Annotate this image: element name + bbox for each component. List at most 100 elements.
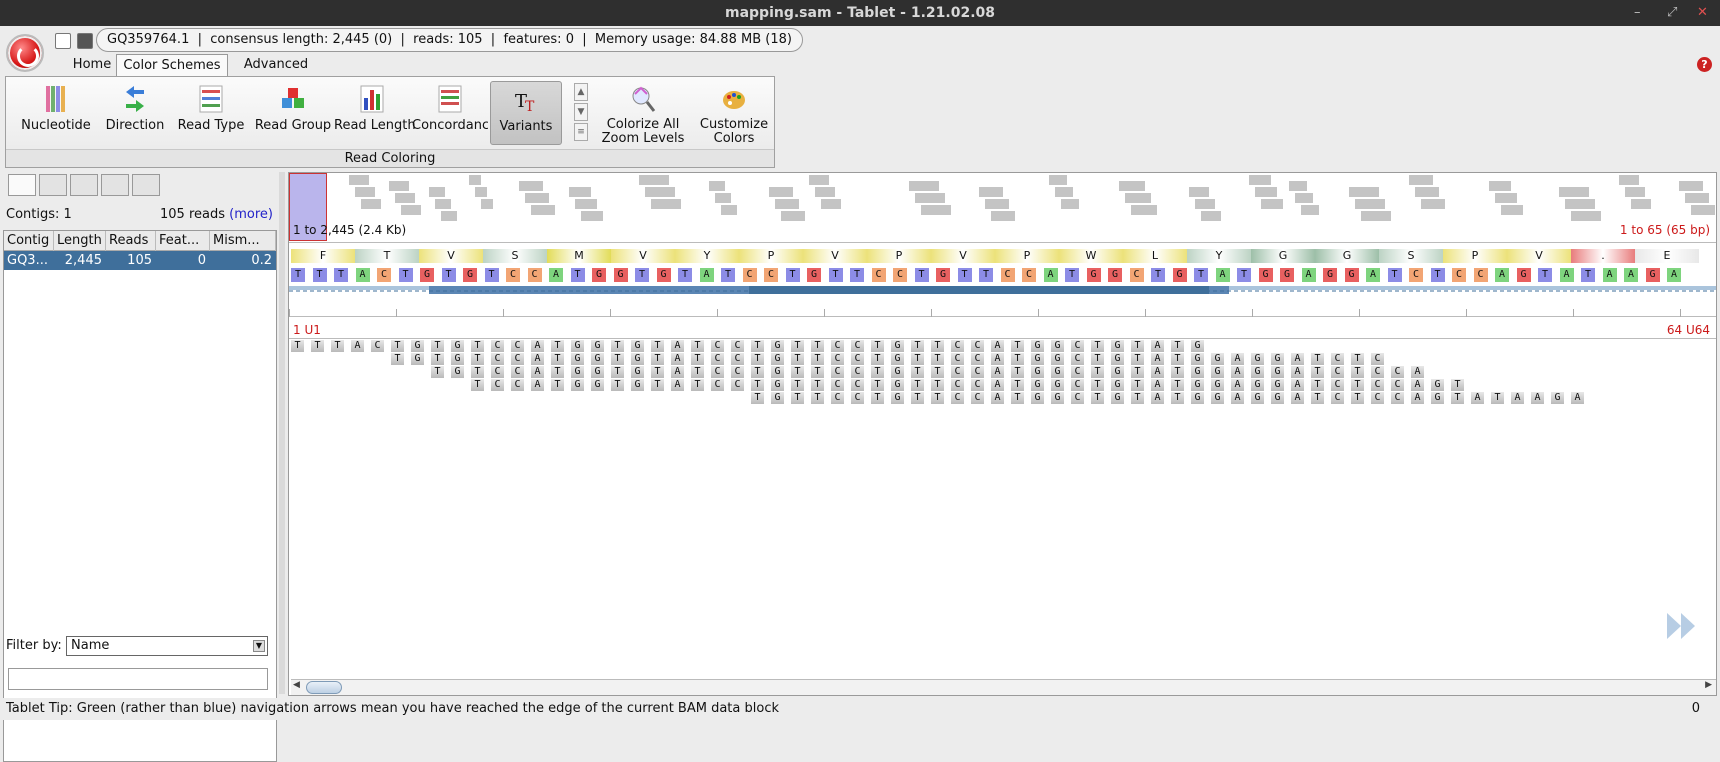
read-base: T xyxy=(1131,379,1144,391)
col-features[interactable]: Feat... xyxy=(156,231,210,251)
read-base: T xyxy=(1091,366,1104,378)
read-base: T xyxy=(1311,392,1324,404)
read-base: C xyxy=(1331,392,1344,404)
read-base: G xyxy=(571,340,584,352)
maximize-button[interactable]: ⤢ xyxy=(1667,0,1677,26)
read-base: A xyxy=(1291,392,1304,404)
coverage-block xyxy=(469,175,481,185)
consensus-base: G xyxy=(1344,268,1359,282)
amino-acid-cell: E xyxy=(1635,249,1699,263)
read-base: A xyxy=(1151,366,1164,378)
read-base: T xyxy=(551,353,564,365)
read-type-button[interactable]: Read Type xyxy=(176,81,246,145)
ruler-tick xyxy=(931,309,932,317)
open-icon[interactable] xyxy=(55,33,71,49)
read-length-button[interactable]: Read Length xyxy=(334,81,416,145)
contigs-tab-icon[interactable] xyxy=(8,174,36,196)
col-contig[interactable]: Contig xyxy=(4,231,54,251)
consensus-base: C xyxy=(871,268,886,282)
read-base: A xyxy=(1231,392,1244,404)
read-base: T xyxy=(1351,392,1364,404)
status-tip: Tablet Tip: Green (rather than blue) nav… xyxy=(0,698,1720,720)
read-base: C xyxy=(1371,366,1384,378)
reads-count: reads: 105 xyxy=(413,32,483,47)
read-base: T xyxy=(1091,340,1104,352)
read-base: G xyxy=(1431,379,1444,391)
read-base: C xyxy=(711,379,724,391)
scroll-left-icon[interactable]: ◀ xyxy=(293,680,300,690)
amino-acid-cell: P xyxy=(1443,249,1507,263)
read-base: C xyxy=(711,366,724,378)
help-icon[interactable]: ? xyxy=(1697,57,1712,72)
tab-advanced[interactable]: Advanced xyxy=(232,54,320,76)
minimize-button[interactable]: – xyxy=(1634,0,1641,26)
read-base: G xyxy=(1251,392,1264,404)
panel-splitter[interactable] xyxy=(279,172,285,694)
next-block-arrow-icon[interactable] xyxy=(1665,611,1701,641)
scroll-right-icon[interactable]: ▶ xyxy=(1705,680,1712,690)
more-link[interactable]: (more) xyxy=(229,207,273,222)
read-base: A xyxy=(1411,379,1424,391)
overview-canvas[interactable]: 1 to 2,445 (2.4 Kb) 1 to 65 (65 bp) xyxy=(289,173,1716,243)
scroll-down-icon[interactable]: ▼ xyxy=(574,103,588,121)
ribbon-scroller[interactable]: ▲ ▼ ≡ xyxy=(574,83,588,143)
coverage-block xyxy=(1685,193,1709,203)
consensus-base: A xyxy=(1602,268,1617,282)
read-base: G xyxy=(1111,366,1124,378)
read-base: T xyxy=(551,366,564,378)
coverage-block xyxy=(531,205,555,215)
features-tab-icon[interactable] xyxy=(39,174,67,196)
direction-button[interactable]: Direction xyxy=(102,81,168,145)
scroll-thumb[interactable] xyxy=(306,681,342,694)
app-menu-orb[interactable] xyxy=(6,34,44,72)
read-base: G xyxy=(1111,353,1124,365)
nucleotide-button[interactable]: Nucleotide xyxy=(16,81,96,145)
concordance-button[interactable]: Concordance xyxy=(412,81,488,145)
svg-text:T: T xyxy=(525,99,535,115)
expand-icon[interactable]: ≡ xyxy=(574,123,588,141)
tab-home[interactable]: Home xyxy=(62,54,122,76)
read-base: C xyxy=(1371,353,1384,365)
read-base: G xyxy=(571,353,584,365)
read-base: T xyxy=(911,379,924,391)
consensus-base: A xyxy=(1215,268,1230,282)
read-base: A xyxy=(1291,366,1304,378)
reads-canvas[interactable]: TTTACTGTGTCCATGGTGTATCCTGTTCCTGTTCCATGGC… xyxy=(289,338,1716,678)
col-mismatch[interactable]: Mism... xyxy=(210,231,276,251)
read-base: T xyxy=(931,379,944,391)
table-row[interactable]: GQ3... 2,445 105 0 0.2 xyxy=(4,251,276,270)
customize-colors-button[interactable]: Customize Colors xyxy=(694,81,774,146)
filter-select[interactable]: Name ▼ xyxy=(66,636,268,656)
tab-color-schemes[interactable]: Color Schemes xyxy=(116,54,228,76)
variants-button[interactable]: TT Variants xyxy=(490,81,562,145)
filter-input[interactable] xyxy=(8,668,268,690)
read-base: G xyxy=(1271,366,1284,378)
read-base: G xyxy=(1191,366,1204,378)
read-base: T xyxy=(1131,353,1144,365)
groups-tab-icon[interactable] xyxy=(101,174,129,196)
scroll-up-icon[interactable]: ▲ xyxy=(574,83,588,101)
read-group-button[interactable]: Read Group xyxy=(254,81,332,145)
read-base: G xyxy=(411,340,424,352)
save-icon[interactable] xyxy=(77,33,93,49)
read-base: T xyxy=(811,340,824,352)
alignment-view[interactable]: 1 to 2,445 (2.4 Kb) 1 to 65 (65 bp) FTVS… xyxy=(288,172,1717,696)
read-base: A xyxy=(991,340,1004,352)
read-base: G xyxy=(771,353,784,365)
amino-acid-cell: V xyxy=(1507,249,1571,263)
search-tab-icon[interactable] xyxy=(132,174,160,196)
horizontal-scrollbar[interactable]: ◀ ▶ xyxy=(291,679,1716,695)
read-base: A xyxy=(1571,392,1584,404)
col-length[interactable]: Length xyxy=(54,231,106,251)
close-button[interactable]: ✕ xyxy=(1697,0,1708,26)
reads-summary: 105 reads (more) xyxy=(160,207,273,222)
read-base: C xyxy=(511,340,524,352)
col-reads[interactable]: Reads xyxy=(106,231,156,251)
read-base: T xyxy=(911,353,924,365)
consensus-base: A xyxy=(1624,268,1638,282)
coverage-block xyxy=(1119,181,1145,191)
read-base: T xyxy=(1091,392,1104,404)
coverage-block xyxy=(519,181,543,191)
colorize-all-button[interactable]: Colorize All Zoom Levels xyxy=(598,81,688,146)
reads-tab-icon[interactable] xyxy=(70,174,98,196)
